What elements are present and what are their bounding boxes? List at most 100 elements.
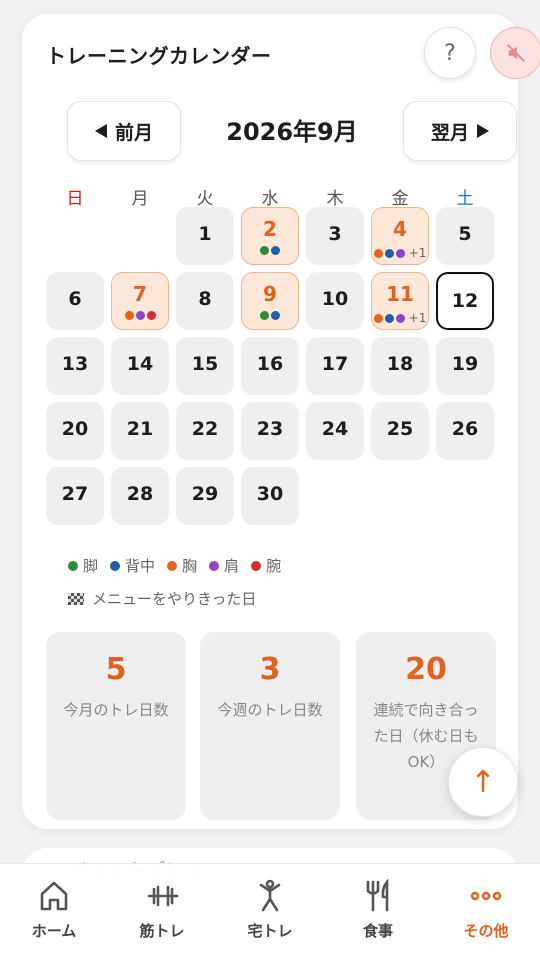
help-button[interactable]: ? [424, 27, 476, 79]
mute-button[interactable] [490, 27, 540, 79]
checkered-flag-icon [68, 592, 84, 605]
next-month-button[interactable]: 翌月 [403, 101, 517, 161]
tab-home[interactable]: ホーム [0, 864, 108, 960]
day-number: 15 [191, 353, 219, 375]
calendar-day[interactable]: 16 [241, 337, 299, 395]
legend-label: 背中 [125, 557, 156, 575]
calendar-day[interactable]: 14 [111, 337, 169, 395]
stat-value: 3 [259, 652, 281, 687]
calendar-day[interactable]: 13 [46, 337, 104, 395]
day-number: 2 [263, 217, 277, 241]
legend-item: 腕 [251, 555, 281, 576]
calendar-day[interactable]: 7 [111, 272, 169, 330]
calendar-day[interactable]: 30 [241, 467, 299, 525]
scroll-top-button[interactable]: ↑ [448, 747, 518, 817]
calendar-day[interactable]: 15 [176, 337, 234, 395]
day-number: 28 [126, 483, 154, 505]
home-icon [40, 881, 68, 911]
dumbbell-icon [147, 885, 179, 907]
calendar-day[interactable]: 4 +1 [371, 207, 429, 265]
calendar-day[interactable]: 3 [306, 207, 364, 265]
next-month-label: 翌月 [430, 121, 469, 144]
calendar-day[interactable]: 8 [176, 272, 234, 330]
prev-month-button[interactable]: 前月 [67, 101, 181, 161]
day-number: 27 [61, 483, 89, 505]
body-part-dot [373, 248, 383, 258]
legend-label: 肩 [224, 557, 240, 575]
tab-meal[interactable]: 食事 [324, 864, 432, 960]
calendar-day[interactable]: 5 [436, 207, 494, 265]
stretch-person-icon [259, 879, 281, 912]
calendar-day[interactable]: 20 [46, 402, 104, 460]
triangle-right-icon [477, 124, 489, 138]
calendar-day[interactable]: 17 [306, 337, 364, 395]
weekday-label: 水 [261, 189, 279, 209]
body-part-dots [242, 246, 298, 255]
calendar-day[interactable]: 27 [46, 467, 104, 525]
day-number: 21 [126, 418, 154, 440]
body-part-dots: +1 [372, 246, 428, 260]
weekday-label: 火 [196, 189, 214, 209]
legend-item: 胸 [167, 555, 197, 576]
legend-label: 腕 [266, 557, 282, 575]
body-part-dots [112, 311, 168, 320]
calendar-day[interactable]: 10 [306, 272, 364, 330]
day-number: 18 [386, 353, 414, 375]
legend-item: 脚 [68, 555, 98, 576]
stat-label: 今週のトレ日数 [217, 701, 323, 719]
calendar-day[interactable]: 2 [241, 207, 299, 265]
calendar-day[interactable]: 21 [111, 402, 169, 460]
day-number: 1 [198, 223, 212, 245]
calendar-day[interactable]: 25 [371, 402, 429, 460]
more-dots-icon [470, 891, 502, 901]
calendar-day[interactable]: 22 [176, 402, 234, 460]
calendar-day[interactable]: 11 +1 [371, 272, 429, 330]
day-number: 13 [61, 353, 89, 375]
body-part-dot [135, 311, 145, 320]
tab-more[interactable]: その他 [432, 864, 540, 960]
calendar-day[interactable]: 26 [436, 402, 494, 460]
day-number: 26 [451, 418, 479, 440]
day-number: 9 [263, 282, 277, 306]
more-parts-count: +1 [408, 246, 427, 260]
arrow-up-icon: ↑ [470, 764, 496, 800]
day-number: 8 [198, 288, 212, 310]
body-part-legend: 脚 背中 胸 肩 腕 [68, 555, 281, 576]
legend-label: 胸 [182, 557, 198, 575]
body-part-dot [271, 311, 280, 320]
calendar-day[interactable]: 23 [241, 402, 299, 460]
speaker-muted-icon [507, 44, 525, 62]
day-number: 6 [68, 288, 82, 310]
calendar-day[interactable]: 19 [436, 337, 494, 395]
calendar-day[interactable]: 6 [46, 272, 104, 330]
calendar-day[interactable]: 24 [306, 402, 364, 460]
calendar-day[interactable]: 28 [111, 467, 169, 525]
legend-dot [110, 560, 121, 571]
calendar-title: トレーニングカレンダー [46, 44, 272, 68]
stat-value: 20 [405, 652, 447, 687]
weekday-label: 金 [391, 189, 409, 209]
day-number: 19 [451, 353, 479, 375]
weekday-label: 土 [456, 189, 474, 209]
day-number: 12 [451, 290, 479, 312]
legend-item: 背中 [110, 555, 155, 576]
calendar-day[interactable]: 1 [176, 207, 234, 265]
body-part-dot [146, 311, 156, 320]
app-screen: トレーニングカレンダー ? 前月 2026年9月 翌月 日月火水木金土 1234… [0, 0, 540, 960]
calendar-day[interactable]: 12 [436, 272, 494, 330]
tab-strength[interactable]: 筋トレ [108, 864, 216, 960]
tab-meal-label: 食事 [362, 922, 393, 940]
triangle-left-icon [94, 124, 107, 138]
bottom-tab-bar: ホーム 筋トレ 宅トレ 食事 その他 [0, 863, 540, 960]
body-part-dot [384, 248, 394, 258]
stat-box: 3 今週のトレ日数 [200, 632, 340, 820]
calendar-day[interactable]: 18 [371, 337, 429, 395]
body-part-dot [395, 313, 405, 323]
tab-home-workout[interactable]: 宅トレ [216, 864, 324, 960]
calendar-day[interactable]: 9 [241, 272, 299, 330]
stat-value: 5 [105, 652, 127, 687]
calendar-card: トレーニングカレンダー ? 前月 2026年9月 翌月 日月火水木金土 1234… [22, 14, 540, 829]
calendar-day[interactable]: 29 [176, 467, 234, 525]
day-number: 20 [61, 418, 89, 440]
tab-strength-label: 筋トレ [139, 922, 185, 940]
